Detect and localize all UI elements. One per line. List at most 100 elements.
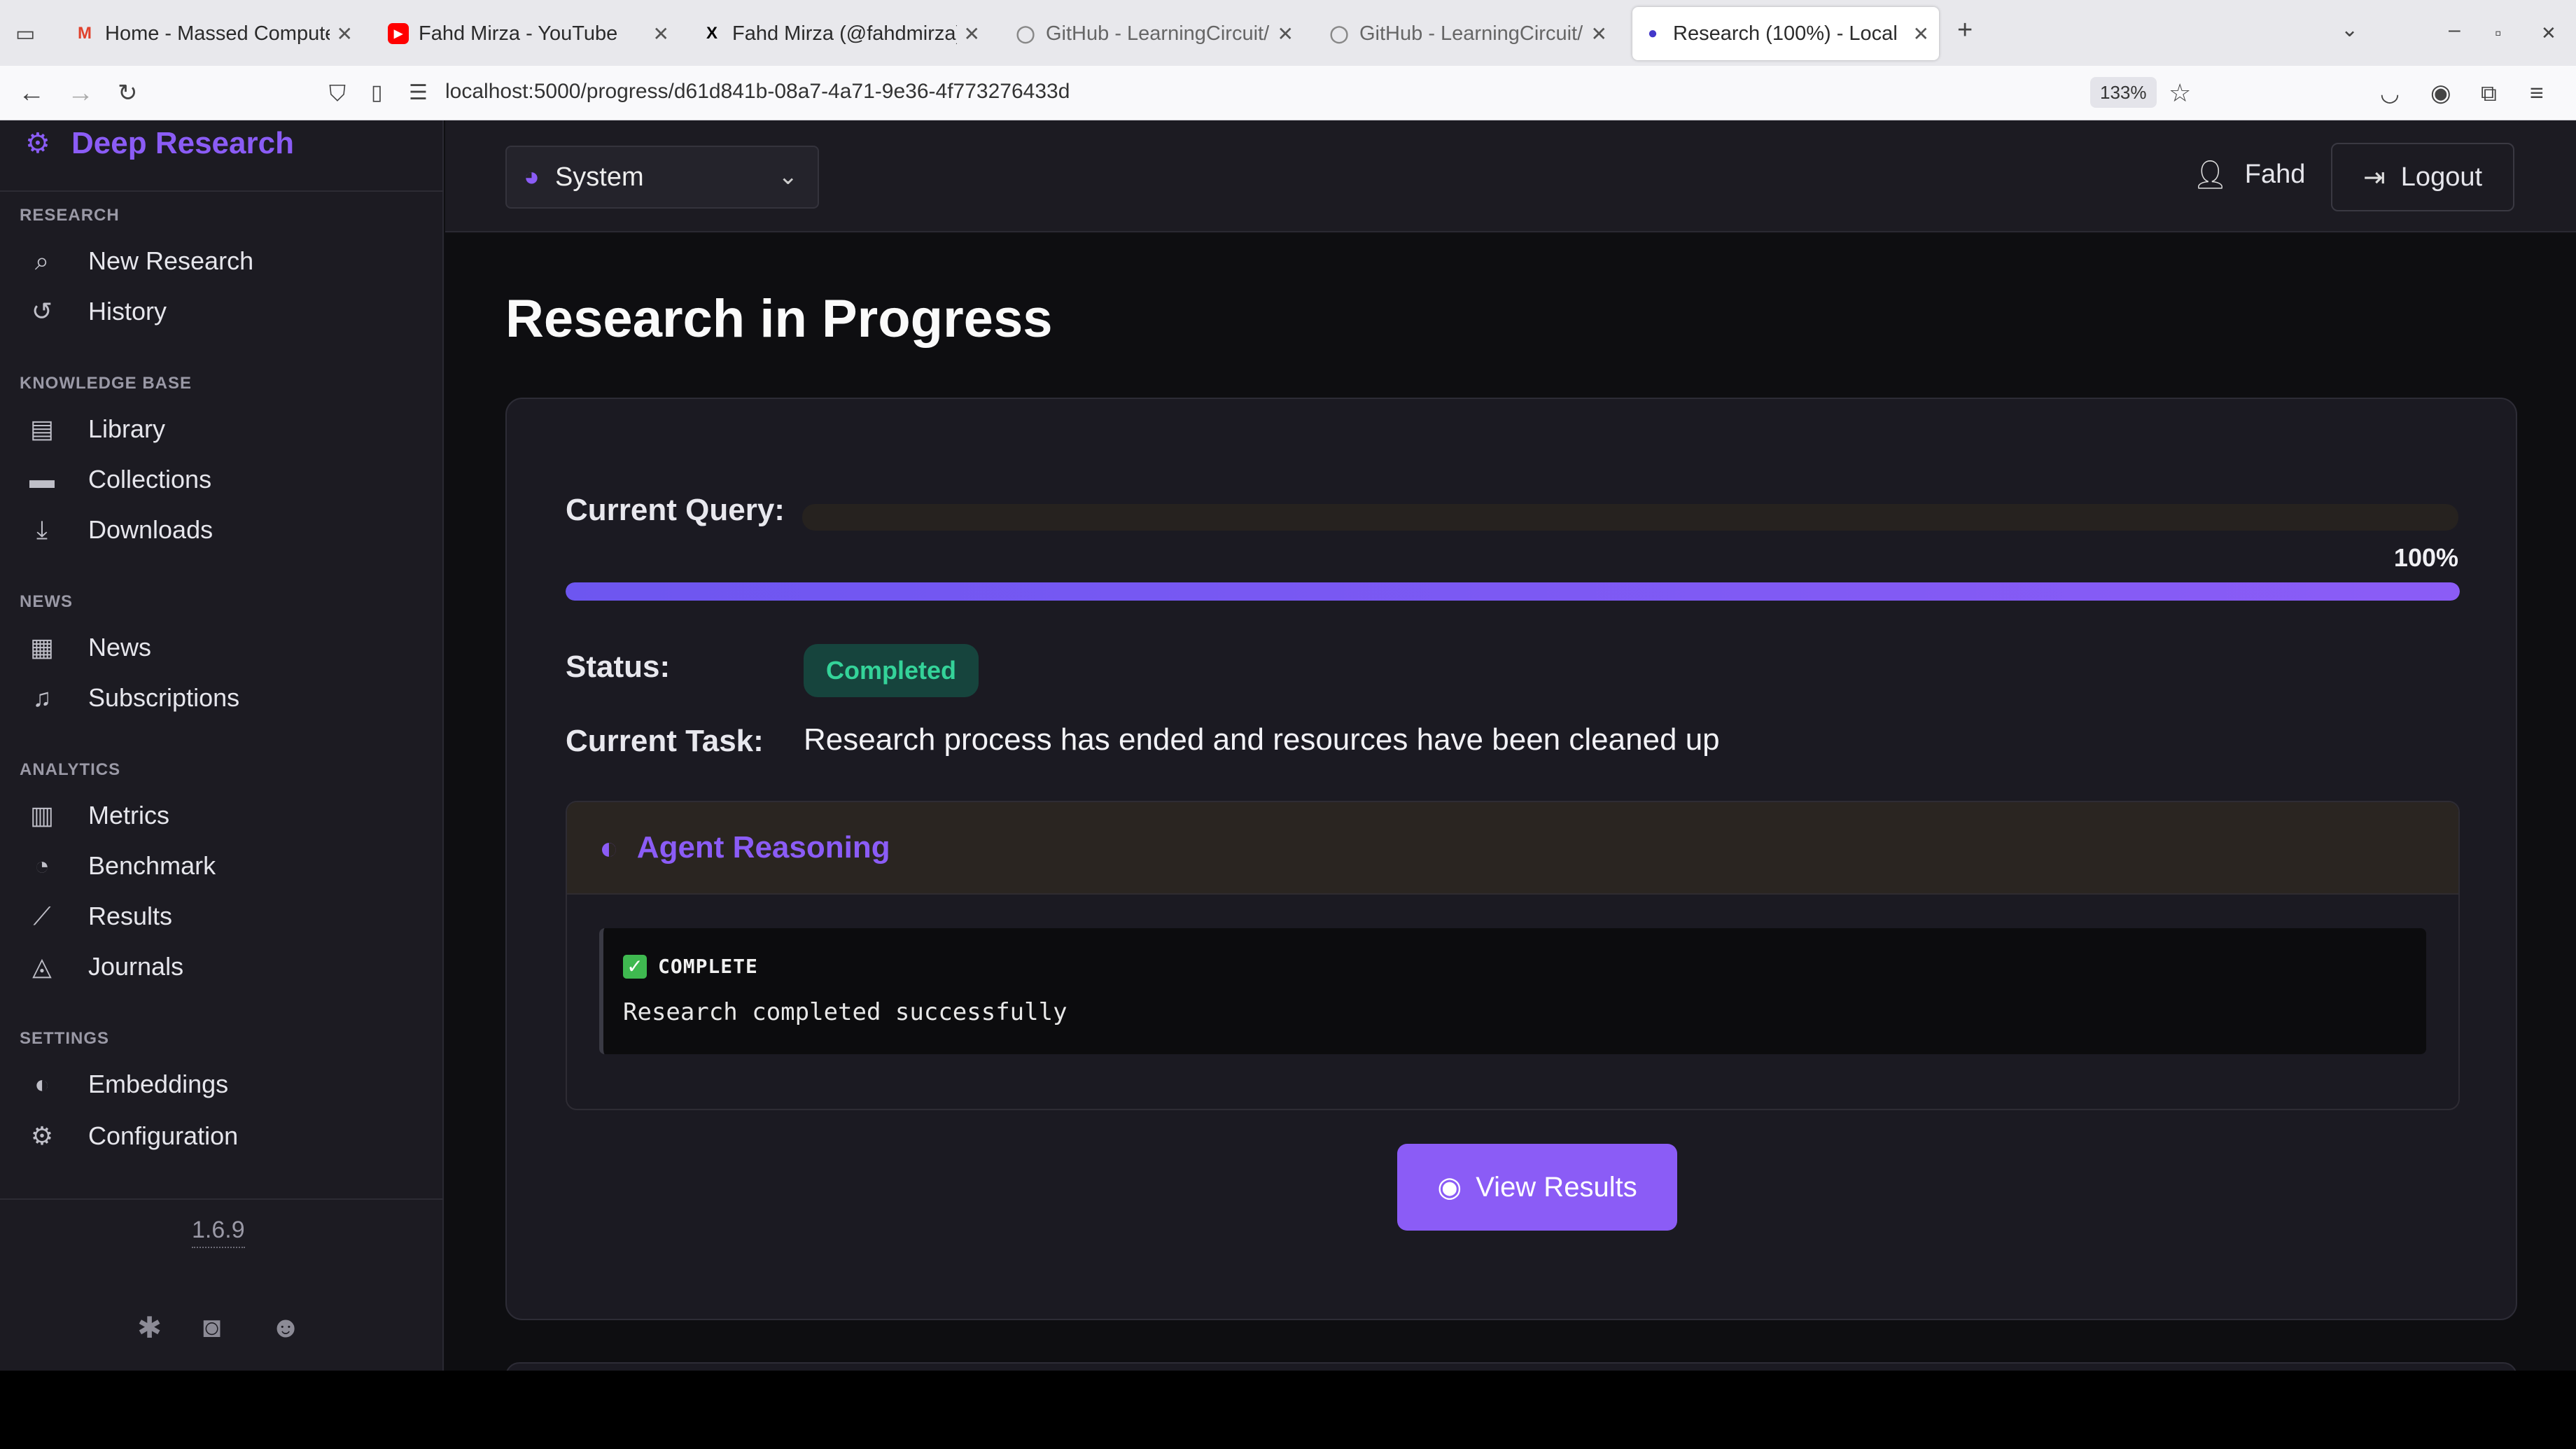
sidebar-item-new-research[interactable]: ⌕ New Research <box>35 244 254 279</box>
logout-label: Logout <box>2400 162 2483 192</box>
bookmark-star-icon[interactable]: ☆ <box>2169 78 2191 108</box>
sidebar-item-label: Library <box>88 414 166 443</box>
sidebar-item-label: New Research <box>88 246 254 275</box>
gear-logo-icon: ⚙ <box>25 128 50 159</box>
current-query-label: Current Query: <box>566 493 785 527</box>
sidebar-item-embeddings[interactable]: ◐ Embeddings <box>34 1067 228 1102</box>
user-icon: 👤︎ <box>2192 160 2228 190</box>
sidebar-item-label: News <box>88 633 152 662</box>
sidebar-item-results[interactable]: ⟋ Results <box>33 899 172 934</box>
reload-icon[interactable]: ↻ <box>118 78 138 108</box>
brain-icon: ◐ <box>599 830 619 866</box>
browser-tab[interactable]: M Home - Massed Compute ✕ <box>64 7 363 60</box>
tab-title: Fahd Mirza (@fahdmirza) <box>732 22 957 45</box>
brand-name: Deep Research <box>71 126 294 160</box>
close-icon[interactable]: ✕ <box>337 22 353 46</box>
sidebar-item-configuration[interactable]: ⚙ Configuration <box>31 1119 238 1154</box>
gear-icon: ⚙ <box>30 1121 54 1150</box>
account-icon[interactable]: ◉ <box>2430 78 2451 108</box>
tab-title: GitHub - LearningCircuit/ <box>1359 22 1583 45</box>
graduation-cap-icon: ◬ <box>32 952 52 981</box>
sidebar-item-label: Journals <box>88 952 184 981</box>
book-icon: ▤ <box>29 414 54 443</box>
x-icon: X <box>706 24 718 43</box>
progress-bar <box>566 582 2460 601</box>
status-label: Status: <box>566 650 671 684</box>
sidebar-item-label: Downloads <box>88 515 214 544</box>
new-tab-icon[interactable]: + <box>1957 15 1973 45</box>
tab-title: Research (100%) - Local <box>1673 22 1898 45</box>
restore-icon[interactable]: ▫ <box>2495 18 2501 48</box>
search-icon: ⌕ <box>34 246 50 275</box>
eye-icon: ◉ <box>1437 1172 1462 1203</box>
log-entry: ✓ COMPLETE Research completed successful… <box>599 928 2426 1054</box>
theme-select[interactable]: ◕ System ⌄ <box>505 146 819 209</box>
section-news: NEWS <box>20 592 73 611</box>
status-badge: Completed <box>804 644 979 697</box>
current-query-value <box>802 504 2458 531</box>
screen-bottom-bar <box>0 1371 2576 1449</box>
reddit-icon[interactable]: ☻ <box>270 1310 301 1344</box>
sidebar-item-downloads[interactable]: ⤓ Downloads <box>36 512 214 547</box>
discord-icon[interactable]: ◙ <box>203 1310 220 1344</box>
window-close-icon[interactable]: ✕ <box>2541 18 2556 48</box>
sidebar-item-benchmark[interactable]: ◔ Benchmark <box>34 848 216 883</box>
research-favicon-icon: ● <box>1647 24 1658 43</box>
address-bar[interactable]: localhost:5000/progress/d61d841b-08a7-4a… <box>445 80 1070 104</box>
sidebar-item-collections[interactable]: ▬ Collections <box>29 462 211 497</box>
browser-tab-active[interactable]: ● Research (100%) - Local ✕ <box>1632 7 1939 60</box>
browser-tab[interactable]: ▶ Fahd Mirza - YouTube ✕ <box>378 7 679 60</box>
version-label: 1.6.9 <box>192 1217 245 1248</box>
gauge-icon: ◔ <box>34 851 50 880</box>
close-icon[interactable]: ✕ <box>964 22 980 46</box>
sidebar-item-library[interactable]: ▤ Library <box>30 412 166 447</box>
page-icon[interactable]: ▯ <box>371 78 383 108</box>
sidebar: ⚙ Deep Research RESEARCH ⌕ New Research … <box>0 120 444 1371</box>
browser-tab[interactable]: ◯ GitHub - LearningCircuit/ ✕ <box>1005 7 1303 60</box>
close-icon[interactable]: ✕ <box>1913 22 1929 46</box>
sidebar-item-news[interactable]: ▦ News <box>30 630 152 665</box>
divider <box>0 190 444 192</box>
check-icon: ✓ <box>623 955 647 979</box>
brain-icon: ◐ <box>34 1070 50 1098</box>
progress-card: Current Query: 100% Status: Completed Cu… <box>505 398 2517 1320</box>
brand[interactable]: ⚙ Deep Research <box>25 126 294 161</box>
user-menu[interactable]: 👤︎ Fahd <box>2192 158 2305 191</box>
extensions-icon[interactable]: ⧉ <box>2481 78 2497 108</box>
sidebar-item-history[interactable]: ↺ History <box>31 294 167 329</box>
minimize-icon[interactable]: – <box>2449 15 2460 45</box>
divider <box>0 1198 444 1200</box>
forward-arrow-icon[interactable]: → <box>67 78 94 108</box>
back-arrow-icon[interactable]: ← <box>18 78 45 108</box>
sidebar-item-label: Benchmark <box>88 851 216 880</box>
pocket-icon[interactable]: ◡ <box>2380 78 2400 108</box>
youtube-icon: ▶ <box>388 23 409 44</box>
log-entry-type: COMPLETE <box>658 955 758 978</box>
history-icon: ↺ <box>31 297 53 326</box>
close-icon[interactable]: ✕ <box>1278 22 1294 46</box>
shield-icon[interactable]: ⛉ <box>329 78 346 108</box>
zoom-level[interactable]: 133% <box>2090 77 2157 108</box>
sidebar-item-metrics[interactable]: ▥ Metrics <box>30 798 169 833</box>
site-info-icon[interactable]: ☰ <box>409 78 428 108</box>
view-results-button[interactable]: ◉ View Results <box>1397 1144 1677 1231</box>
close-icon[interactable]: ✕ <box>653 22 669 46</box>
sidebar-item-subscriptions[interactable]: ♫ Subscriptions <box>33 680 240 715</box>
tab-list-chevron-icon[interactable]: ⌄ <box>2341 15 2358 45</box>
agent-reasoning-header[interactable]: ◐ Agent Reasoning <box>567 802 2458 895</box>
menu-icon[interactable]: ≡ <box>2530 78 2544 108</box>
sidebar-item-journals[interactable]: ◬ Journals <box>32 949 184 984</box>
tab-overview-icon[interactable]: ▭ <box>15 20 35 49</box>
bug-icon[interactable]: ✱ <box>137 1310 162 1345</box>
sidebar-item-label: Metrics <box>88 801 169 830</box>
agent-reasoning-panel: ◐ Agent Reasoning ✓ COMPLETE Research co… <box>566 801 2460 1110</box>
navigation-bar: ← → ↻ ⛉ ▯ ☰ localhost:5000/progress/d61d… <box>0 66 2576 120</box>
close-icon[interactable]: ✕ <box>1591 22 1607 46</box>
page-title: Research in Progress <box>505 289 1053 349</box>
secondary-card <box>505 1362 2517 1371</box>
sidebar-item-label: History <box>88 297 167 326</box>
browser-tab[interactable]: ◯ GitHub - LearningCircuit/ ✕ <box>1319 7 1617 60</box>
browser-tab[interactable]: X Fahd Mirza (@fahdmirza) ✕ <box>692 7 990 60</box>
logout-button[interactable]: ⇥ Logout <box>2331 143 2514 211</box>
top-bar: ◕ System ⌄ 👤︎ Fahd ⇥ Logout <box>445 120 2576 232</box>
